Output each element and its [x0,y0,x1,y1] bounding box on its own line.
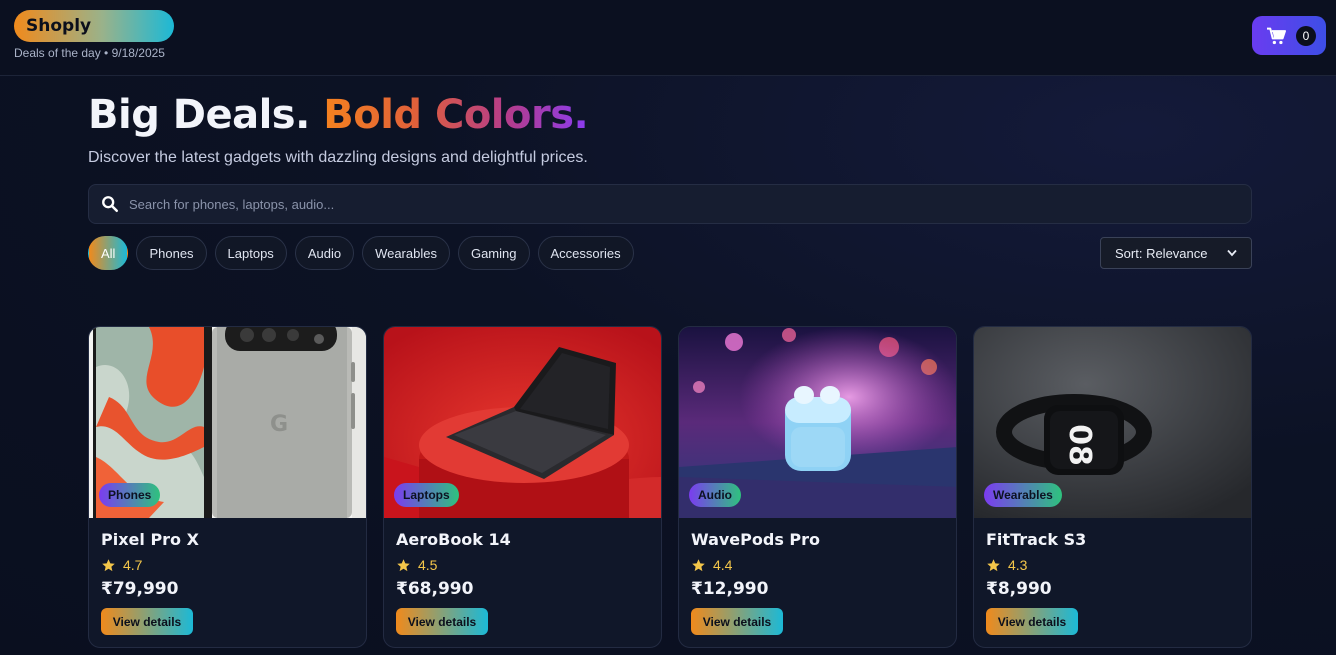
filter-chip-audio[interactable]: Audio [294,236,355,270]
product-rating: 4.3 [986,557,1027,573]
sort-select-value: Sort: Relevance [1115,245,1208,261]
cart-count-badge: 0 [1296,25,1316,46]
view-details-button[interactable]: View details [986,608,1078,635]
view-details-button[interactable]: View details [691,608,783,635]
star-icon [987,558,1000,571]
product-name[interactable]: WavePods Pro [691,530,820,549]
product-rating: 4.7 [101,557,142,573]
product-price: ₹12,990 [691,579,769,599]
category-badge: Audio [689,483,741,507]
product-card: G Phones Pixel Pro X 4.7 ₹79,990 View de… [88,326,367,648]
search-icon [102,196,119,213]
category-badge: Phones [99,483,161,507]
hero-title-plain: Big Deals. [88,92,324,138]
category-filters: All Phones Laptops Audio Wearables Gamin… [88,236,634,270]
hero-title: Big Deals. Bold Colors. [88,92,589,138]
svg-text:08: 08 [1062,424,1097,466]
filter-chip-phones[interactable]: Phones [136,236,207,270]
sort-select[interactable]: Sort: Relevance [1100,237,1252,269]
star-icon [397,558,410,571]
view-details-button[interactable]: View details [101,608,193,635]
filter-chip-wearables[interactable]: Wearables [362,236,450,270]
filter-chip-laptops[interactable]: Laptops [214,236,287,270]
logo[interactable]: Shoply [14,10,174,42]
product-price: ₹68,990 [396,579,474,599]
product-card: Audio WavePods Pro 4.4 ₹12,990 View deta… [678,326,957,648]
rating-value: 4.4 [713,557,733,573]
svg-text:G: G [270,412,288,437]
product-price: ₹79,990 [101,579,179,599]
cart-button[interactable]: 0 [1252,16,1326,55]
search-bar [88,184,1252,224]
product-name[interactable]: FitTrack S3 [986,530,1086,549]
cart-icon [1267,27,1286,44]
product-card: Laptops AeroBook 14 4.5 ₹68,990 View det… [383,326,662,648]
rating-value: 4.3 [1008,557,1028,573]
category-badge: Wearables [984,483,1062,507]
rating-value: 4.7 [123,557,143,573]
category-badge: Laptops [394,483,459,507]
rating-value: 4.5 [418,557,438,573]
filter-chip-accessories[interactable]: Accessories [537,236,634,270]
top-bar: Shoply Deals of the day • 9/18/2025 0 [0,0,1336,76]
product-card: 08 Wearables FitTrack S3 4.3 ₹8,990 View… [973,326,1252,648]
filter-chip-gaming[interactable]: Gaming [457,236,530,270]
hero-title-gradient: Bold Colors. [323,92,589,138]
tagline: Deals of the day • 9/18/2025 [14,46,165,60]
star-icon [692,558,705,571]
product-rating: 4.4 [691,557,732,573]
product-name[interactable]: Pixel Pro X [101,530,199,549]
filter-chip-all[interactable]: All [88,236,129,270]
chevron-down-icon [1227,249,1237,257]
product-rating: 4.5 [396,557,437,573]
view-details-button[interactable]: View details [396,608,488,635]
product-name[interactable]: AeroBook 14 [396,530,511,549]
hero-subtitle: Discover the latest gadgets with dazzlin… [88,149,588,166]
product-price: ₹8,990 [986,579,1052,599]
star-icon [102,558,115,571]
search-input[interactable] [129,196,1251,212]
